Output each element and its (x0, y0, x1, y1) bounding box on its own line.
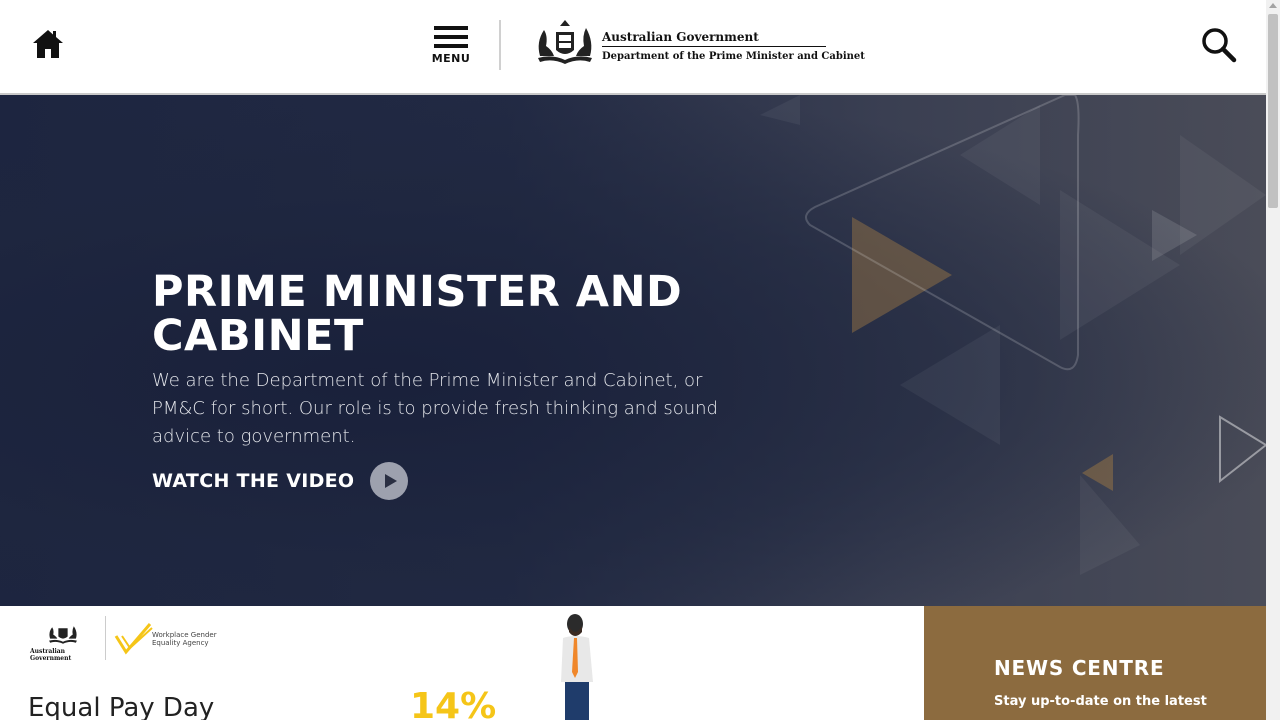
news-centre-subtitle: Stay up-to-date on the latest (994, 694, 1207, 709)
search-icon[interactable] (1200, 26, 1238, 64)
watch-video-link[interactable]: WATCH THE VIDEO (152, 462, 409, 500)
scroll-thumb[interactable] (1268, 14, 1278, 208)
gov-crest-small-icon (49, 626, 77, 644)
gov-rule (602, 46, 826, 47)
play-icon (370, 462, 409, 500)
gov-title: Australian Government (602, 30, 759, 44)
scroll-up-arrow-icon[interactable] (1269, 3, 1277, 8)
pay-gap-stat: 14% (410, 686, 497, 720)
watch-video-label: WATCH THE VIDEO (152, 470, 355, 492)
hero-title: PRIME MINISTER AND CABINET (152, 267, 683, 361)
person-illustration (561, 614, 593, 720)
news-centre-panel[interactable]: NEWS CENTRE Stay up-to-date on the lates… (924, 606, 1266, 720)
wgea-check-icon (114, 623, 153, 655)
header-divider (499, 20, 501, 70)
wgea-label: Workplace Gender Equality Agency (152, 631, 217, 647)
crest-caption: Australian Government (30, 648, 72, 662)
hamburger-icon (434, 26, 468, 48)
home-icon[interactable] (31, 27, 65, 61)
equal-pay-feature[interactable]: Australian Government Workplace Gender E… (0, 606, 924, 720)
logo-divider (105, 616, 106, 660)
equal-pay-title: Equal Pay Day (28, 693, 215, 720)
news-centre-title: NEWS CENTRE (994, 656, 1165, 680)
menu-button[interactable]: MENU (430, 25, 472, 71)
site-header: MENU Australian Government Department of… (0, 0, 1266, 95)
page-scrollbar[interactable] (1266, 0, 1280, 720)
hero-banner: PRIME MINISTER AND CABINET We are the De… (0, 95, 1266, 606)
menu-label: MENU (431, 52, 471, 65)
government-branding[interactable]: Australian Government Department of the … (602, 30, 865, 63)
gov-department: Department of the Prime Minister and Cab… (602, 51, 865, 62)
hero-description: We are the Department of the Prime Minis… (152, 370, 718, 447)
coat-of-arms-icon (538, 20, 592, 64)
